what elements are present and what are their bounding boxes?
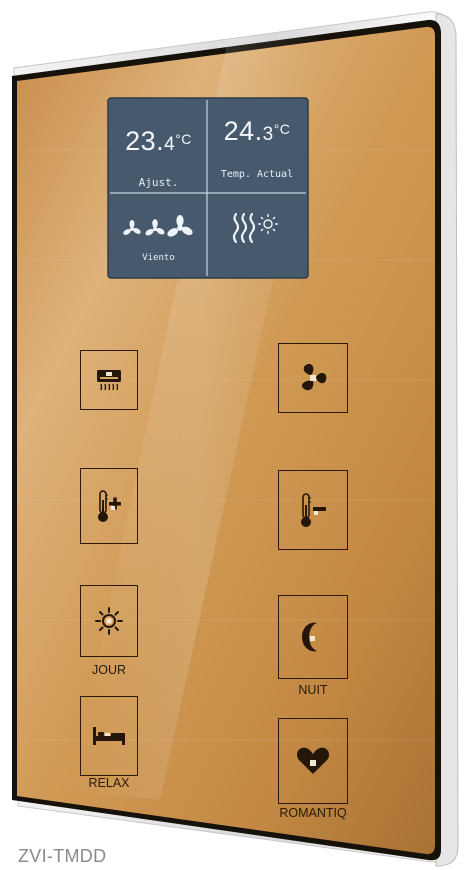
nuit-scene-button[interactable]	[278, 595, 348, 679]
ac-mode-button[interactable]	[80, 350, 138, 410]
sun-icon	[95, 607, 123, 635]
relax-scene-button[interactable]	[80, 696, 138, 776]
fan-label: Viento	[142, 253, 175, 263]
relax-label: RELAX	[88, 776, 130, 790]
thermometer-minus-icon	[301, 493, 326, 527]
air-conditioner-icon	[97, 370, 121, 391]
model-caption: ZVI-TMDD	[18, 846, 107, 866]
current-temp-value: 24.3°C	[223, 116, 291, 146]
fan-speed-icons	[118, 214, 198, 244]
setpoint-value: 23.4°C	[125, 126, 192, 156]
bed-icon	[93, 727, 125, 745]
romantiq-scene-button[interactable]	[278, 718, 348, 804]
nuit-label: NUIT	[298, 683, 328, 697]
thermometer-plus-icon	[98, 490, 121, 522]
fan-icon	[301, 363, 327, 391]
setpoint-label: Ajust.	[138, 176, 179, 189]
temp-up-button[interactable]	[80, 468, 138, 544]
jour-scene-button[interactable]	[80, 585, 138, 657]
current-temp-label: Temp. Actual	[220, 169, 294, 180]
jour-label: JOUR	[91, 663, 127, 677]
temp-down-button[interactable]	[278, 470, 348, 550]
heart-icon	[296, 747, 330, 774]
romantiq-label: ROMANTIQ	[279, 806, 347, 820]
device-photo: 23.4°C Ajust. 24.3°C Temp. Actual Viento	[0, 0, 470, 870]
fan-speed-button[interactable]	[278, 343, 348, 413]
heat-mode-icon	[222, 210, 292, 250]
moon-icon	[302, 622, 317, 652]
